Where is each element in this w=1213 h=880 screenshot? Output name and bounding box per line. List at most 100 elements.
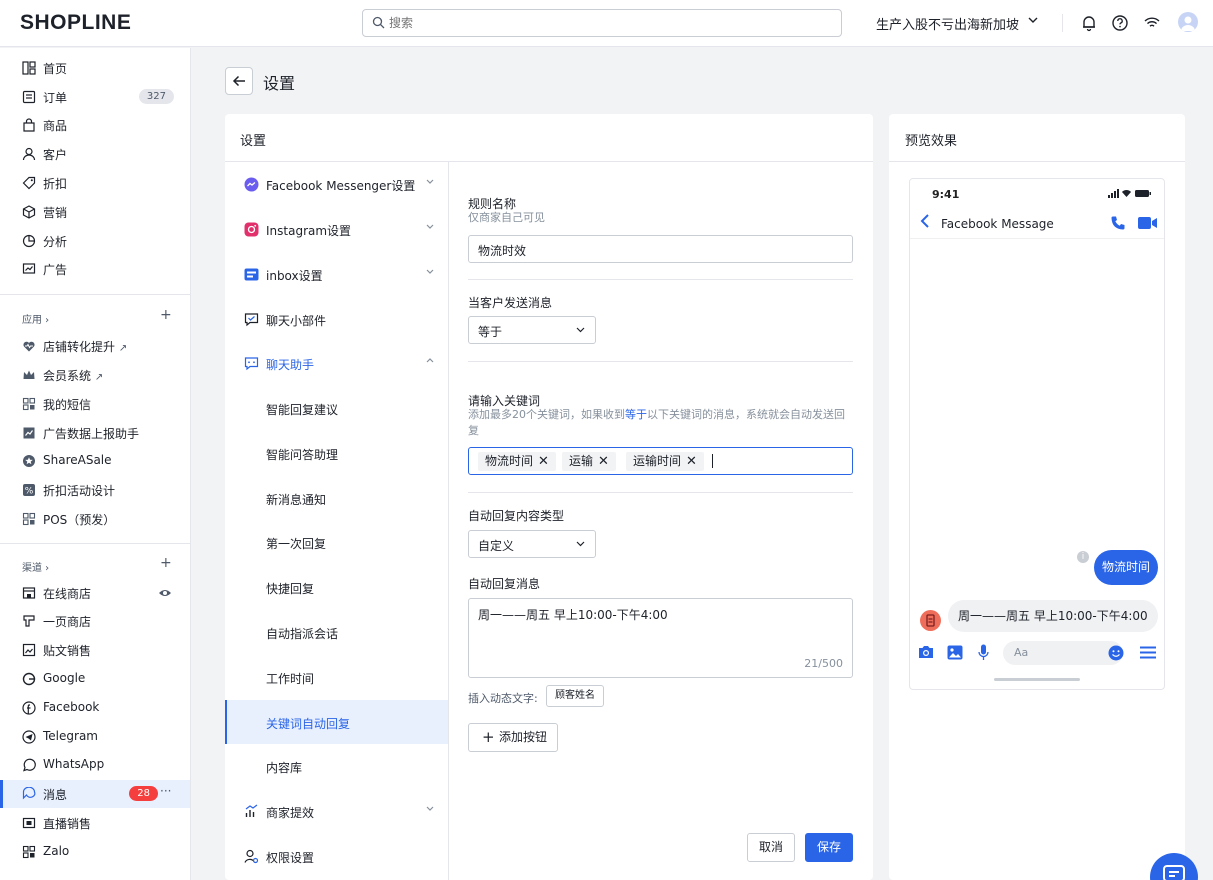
sidebar-item-label: 客户 bbox=[43, 148, 68, 162]
reply-message-textarea[interactable]: 周一——周五 早上10:00-下午4:00 21/500 bbox=[468, 598, 853, 678]
video-icon[interactable] bbox=[1138, 216, 1158, 230]
reply-type-select[interactable]: 自定义 bbox=[468, 530, 596, 558]
sidebar-item-products[interactable]: 商品 bbox=[0, 111, 190, 139]
grid-icon bbox=[22, 845, 36, 859]
sidebar-item-membership[interactable]: 会员系统 ↗ bbox=[0, 361, 190, 389]
submenu-item-smart-qa[interactable]: 智能问答助理 bbox=[225, 431, 448, 475]
submenu-item-working-hours[interactable]: 工作时间 bbox=[225, 655, 448, 699]
sidebar-item-messages[interactable]: 消息 28 ··· bbox=[0, 780, 190, 808]
store-switcher[interactable]: 生产入股不亏出海新加坡 bbox=[876, 14, 1019, 33]
search-box[interactable] bbox=[362, 9, 842, 37]
rule-name-hint: 仅商家自己可见 bbox=[468, 211, 545, 224]
message-count-badge: 28 bbox=[129, 786, 158, 801]
trigger-select[interactable]: 等于 bbox=[468, 316, 596, 344]
chevron-left-icon[interactable] bbox=[920, 214, 930, 228]
settings-menu: Facebook Messenger设置 Instagram设置 inbox设置… bbox=[225, 162, 449, 880]
submenu-item-label: 关键词自动回复 bbox=[266, 717, 351, 731]
sidebar-item-online-store[interactable]: 在线商店 bbox=[0, 579, 190, 607]
menu-item-instagram[interactable]: Instagram设置 bbox=[225, 207, 448, 251]
sidebar-item-google[interactable]: Google bbox=[0, 665, 190, 693]
sidebar-item-one-page-store[interactable]: 一页商店 bbox=[0, 607, 190, 635]
close-icon[interactable]: ✕ bbox=[538, 452, 549, 471]
rule-name-input[interactable]: 物流时效 bbox=[468, 235, 853, 263]
save-button[interactable]: 保存 bbox=[805, 833, 853, 862]
sidebar-item-ads[interactable]: 广告 bbox=[0, 255, 190, 283]
sidebar-item-marketing[interactable]: 营销 bbox=[0, 198, 190, 226]
sidebar-item-label: 在线商店 bbox=[43, 587, 92, 601]
submenu-item-keyword-auto-reply[interactable]: 关键词自动回复 bbox=[225, 700, 448, 744]
submenu-item-auto-assign[interactable]: 自动指派会话 bbox=[225, 610, 448, 654]
dashboard-icon bbox=[22, 61, 36, 75]
menu-item-chat-assistant[interactable]: 聊天助手 bbox=[225, 341, 448, 385]
search-input[interactable] bbox=[389, 14, 829, 32]
submenu-item-new-message-notify[interactable]: 新消息通知 bbox=[225, 476, 448, 520]
user-avatar[interactable] bbox=[1178, 12, 1198, 32]
menu-item-inbox[interactable]: inbox设置 bbox=[225, 252, 448, 296]
sidebar-item-pos[interactable]: POS（预发） bbox=[0, 505, 190, 533]
keywords-input[interactable]: 物流时间 ✕ 运输 ✕ 运输时间 ✕ bbox=[468, 447, 853, 475]
cancel-button[interactable]: 取消 bbox=[747, 833, 795, 862]
microphone-icon[interactable] bbox=[978, 644, 989, 661]
sidebar-item-label: 折扣 bbox=[43, 177, 68, 191]
page-title: 设置 bbox=[263, 74, 296, 93]
eye-icon[interactable] bbox=[158, 588, 172, 598]
sidebar-item-ad-report[interactable]: 广告数据上报助手 bbox=[0, 419, 190, 447]
chat-input[interactable]: Aa bbox=[1003, 641, 1123, 665]
chevron-up-icon bbox=[426, 358, 434, 363]
sidebar-item-post-sales[interactable]: 贴文销售 bbox=[0, 636, 190, 664]
chat-bubble-icon bbox=[1163, 865, 1185, 880]
submenu-item-content-library[interactable]: 内容库 bbox=[225, 744, 448, 788]
menu-item-permissions[interactable]: 权限设置 bbox=[225, 834, 448, 878]
emoji-icon[interactable] bbox=[1108, 645, 1124, 661]
more-icon[interactable]: ··· bbox=[160, 784, 171, 798]
camera-icon[interactable] bbox=[918, 645, 934, 659]
add-app-icon[interactable]: + bbox=[160, 307, 172, 323]
sidebar-item-live-sales[interactable]: 直播销售 bbox=[0, 809, 190, 837]
submenu-item-label: 自动指派会话 bbox=[266, 627, 339, 641]
status-time: 9:41 bbox=[932, 188, 960, 201]
close-icon[interactable]: ✕ bbox=[598, 452, 609, 471]
sidebar-item-analytics[interactable]: 分析 bbox=[0, 227, 190, 255]
apps-heading[interactable]: 应用 › bbox=[22, 311, 49, 326]
chevron-down-icon[interactable] bbox=[1028, 17, 1038, 24]
shopline-logo[interactable]: SHOPLINE bbox=[20, 11, 131, 35]
sidebar-item-discounts[interactable]: 折扣 bbox=[0, 169, 190, 197]
sidebar-item-label: 广告 bbox=[43, 263, 68, 277]
sidebar-item-telegram[interactable]: Telegram bbox=[0, 723, 190, 751]
close-icon[interactable]: ✕ bbox=[686, 452, 697, 471]
add-channel-icon[interactable]: + bbox=[160, 555, 172, 571]
submenu-item-smart-reply[interactable]: 智能回复建议 bbox=[225, 386, 448, 430]
crown-icon bbox=[23, 370, 35, 379]
submenu-item-first-reply[interactable]: 第一次回复 bbox=[225, 520, 448, 564]
sidebar-item-shareasale[interactable]: ShareASale bbox=[0, 447, 190, 475]
sidebar-item-store-conversion[interactable]: 店铺转化提升 ↗ bbox=[0, 332, 190, 360]
channels-heading[interactable]: 渠道 › bbox=[22, 559, 49, 574]
panel-title: 设置 bbox=[240, 134, 267, 149]
sidebar-item-facebook[interactable]: Facebook bbox=[0, 694, 190, 722]
bell-icon[interactable] bbox=[1080, 14, 1098, 32]
live-icon bbox=[22, 817, 36, 829]
sidebar-item-whatsapp[interactable]: WhatsApp bbox=[0, 751, 190, 779]
app-label: 店铺转化提升 bbox=[43, 340, 116, 354]
sidebar-item-label: 会员系统 ↗ bbox=[43, 367, 103, 384]
phone-icon[interactable] bbox=[1110, 215, 1126, 231]
add-button[interactable]: + 添加按钮 bbox=[468, 723, 558, 752]
sidebar-item-orders[interactable]: 订单 327 bbox=[0, 83, 190, 111]
sidebar-item-zalo[interactable]: Zalo bbox=[0, 838, 190, 866]
back-button[interactable] bbox=[225, 67, 253, 95]
grid-icon bbox=[22, 397, 36, 411]
submenu-item-quick-reply[interactable]: 快捷回复 bbox=[225, 565, 448, 609]
sidebar-item-sms[interactable]: 我的短信 bbox=[0, 390, 190, 418]
sidebar-item-discount-design[interactable]: % 折扣活动设计 bbox=[0, 476, 190, 504]
menu-item-merchant-efficiency[interactable]: 商家提效 bbox=[225, 789, 448, 833]
hint-link[interactable]: 等于 bbox=[625, 408, 647, 421]
menu-item-chat-widget[interactable]: 聊天小部件 bbox=[225, 297, 448, 341]
menu-icon[interactable] bbox=[1140, 646, 1156, 659]
image-icon[interactable] bbox=[947, 645, 963, 660]
help-icon[interactable] bbox=[1111, 14, 1129, 32]
menu-item-facebook-messenger[interactable]: Facebook Messenger设置 bbox=[225, 162, 448, 206]
sidebar-item-customers[interactable]: 客户 bbox=[0, 140, 190, 168]
customer-name-chip[interactable]: 顾客姓名 bbox=[546, 685, 604, 707]
sidebar-item-home[interactable]: 首页 bbox=[0, 54, 190, 82]
wifi-icon[interactable] bbox=[1143, 14, 1161, 32]
